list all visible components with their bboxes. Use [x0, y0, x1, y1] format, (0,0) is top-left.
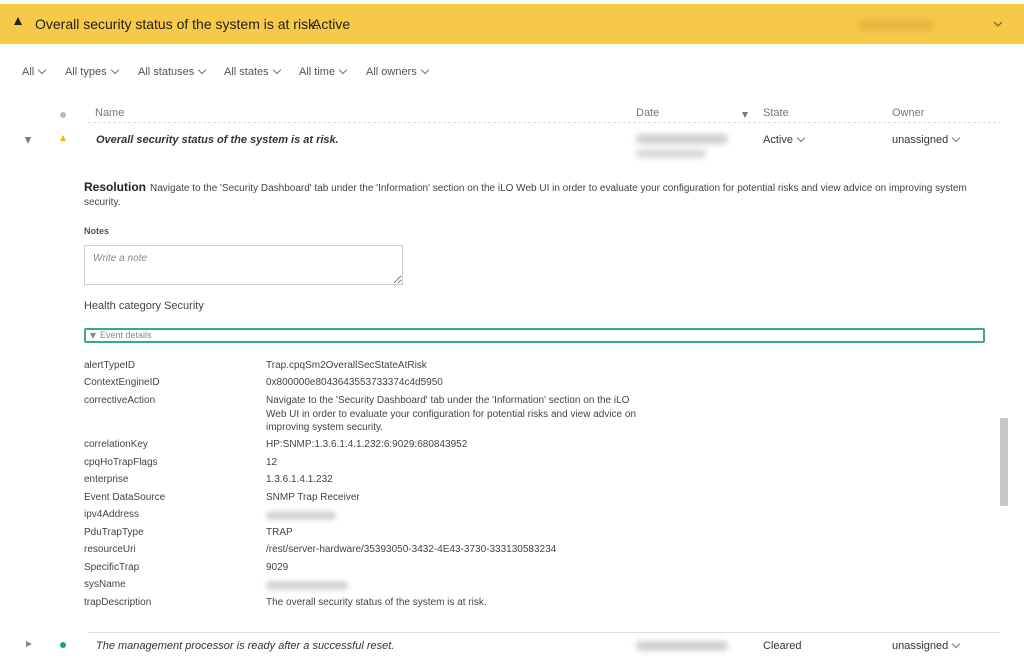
resolution-text: Navigate to the 'Security Dashboard' tab…	[84, 183, 967, 208]
warning-icon	[14, 17, 22, 25]
filter-statuses[interactable]: All statuses	[138, 65, 207, 78]
column-name[interactable]: Name	[95, 107, 124, 119]
banner-redacted-date	[858, 19, 934, 31]
scrollbar-thumb[interactable]	[1000, 418, 1008, 506]
redacted-date	[636, 641, 728, 651]
chevron-down-icon	[796, 133, 806, 143]
chevron-down-icon	[90, 333, 96, 339]
state-dropdown[interactable]: Active	[763, 133, 806, 146]
filter-all[interactable]: All	[22, 65, 47, 78]
table-row[interactable]: The management processor is ready after …	[0, 633, 1000, 665]
owner-dropdown[interactable]: unassigned	[892, 133, 961, 146]
sort-desc-icon[interactable]	[742, 112, 748, 118]
state-label: Cleared	[763, 640, 802, 652]
column-state[interactable]: State	[763, 107, 789, 119]
redacted-sysname	[266, 581, 348, 590]
event-details-toggle[interactable]: Event details	[84, 328, 985, 343]
filter-owners[interactable]: All owners	[366, 65, 429, 78]
filter-time[interactable]: All time	[299, 65, 348, 78]
column-date[interactable]: Date	[636, 107, 659, 119]
collapse-icon[interactable]	[25, 137, 31, 144]
notes-label: Notes	[84, 226, 110, 236]
chevron-down-icon[interactable]	[993, 19, 1003, 29]
chevron-down-icon	[37, 65, 47, 75]
redacted-date	[636, 134, 728, 144]
health-category: Health category Security	[84, 300, 204, 312]
chevron-down-icon	[952, 133, 961, 143]
divider	[88, 122, 1000, 123]
ok-dot-icon	[60, 642, 66, 648]
column-owner[interactable]: Owner	[892, 107, 924, 119]
warning-icon	[60, 135, 66, 141]
resolution: Resolution Navigate to the 'Security Dash…	[84, 180, 984, 210]
notes-input[interactable]	[84, 245, 403, 285]
table-header: Name Date State Owner	[0, 104, 1000, 122]
alert-name[interactable]: The management processor is ready after …	[96, 640, 394, 652]
event-details-label: Event details	[100, 330, 152, 340]
filter-types[interactable]: All types	[65, 65, 119, 78]
alert-banner[interactable]: Overall security status of the system is…	[0, 4, 1024, 44]
expand-icon[interactable]	[26, 641, 32, 647]
banner-status: Active	[312, 16, 351, 32]
filter-states[interactable]: All states	[224, 65, 281, 78]
owner-dropdown[interactable]: unassigned	[892, 639, 961, 652]
chevron-down-icon	[272, 65, 281, 75]
chevron-down-icon	[338, 65, 348, 75]
alert-name[interactable]: Overall security status of the system is…	[96, 134, 339, 146]
resolution-label: Resolution	[84, 180, 146, 194]
status-column-icon	[60, 112, 66, 118]
banner-title: Overall security status of the system is…	[35, 16, 319, 32]
chevron-down-icon	[952, 639, 961, 649]
chevron-down-icon	[198, 65, 207, 75]
chevron-down-icon	[420, 65, 429, 75]
chevron-down-icon	[110, 65, 119, 75]
redacted-time-ago	[636, 149, 706, 158]
redacted-ipv4	[266, 511, 336, 520]
table-row[interactable]: Overall security status of the system is…	[0, 124, 1000, 164]
